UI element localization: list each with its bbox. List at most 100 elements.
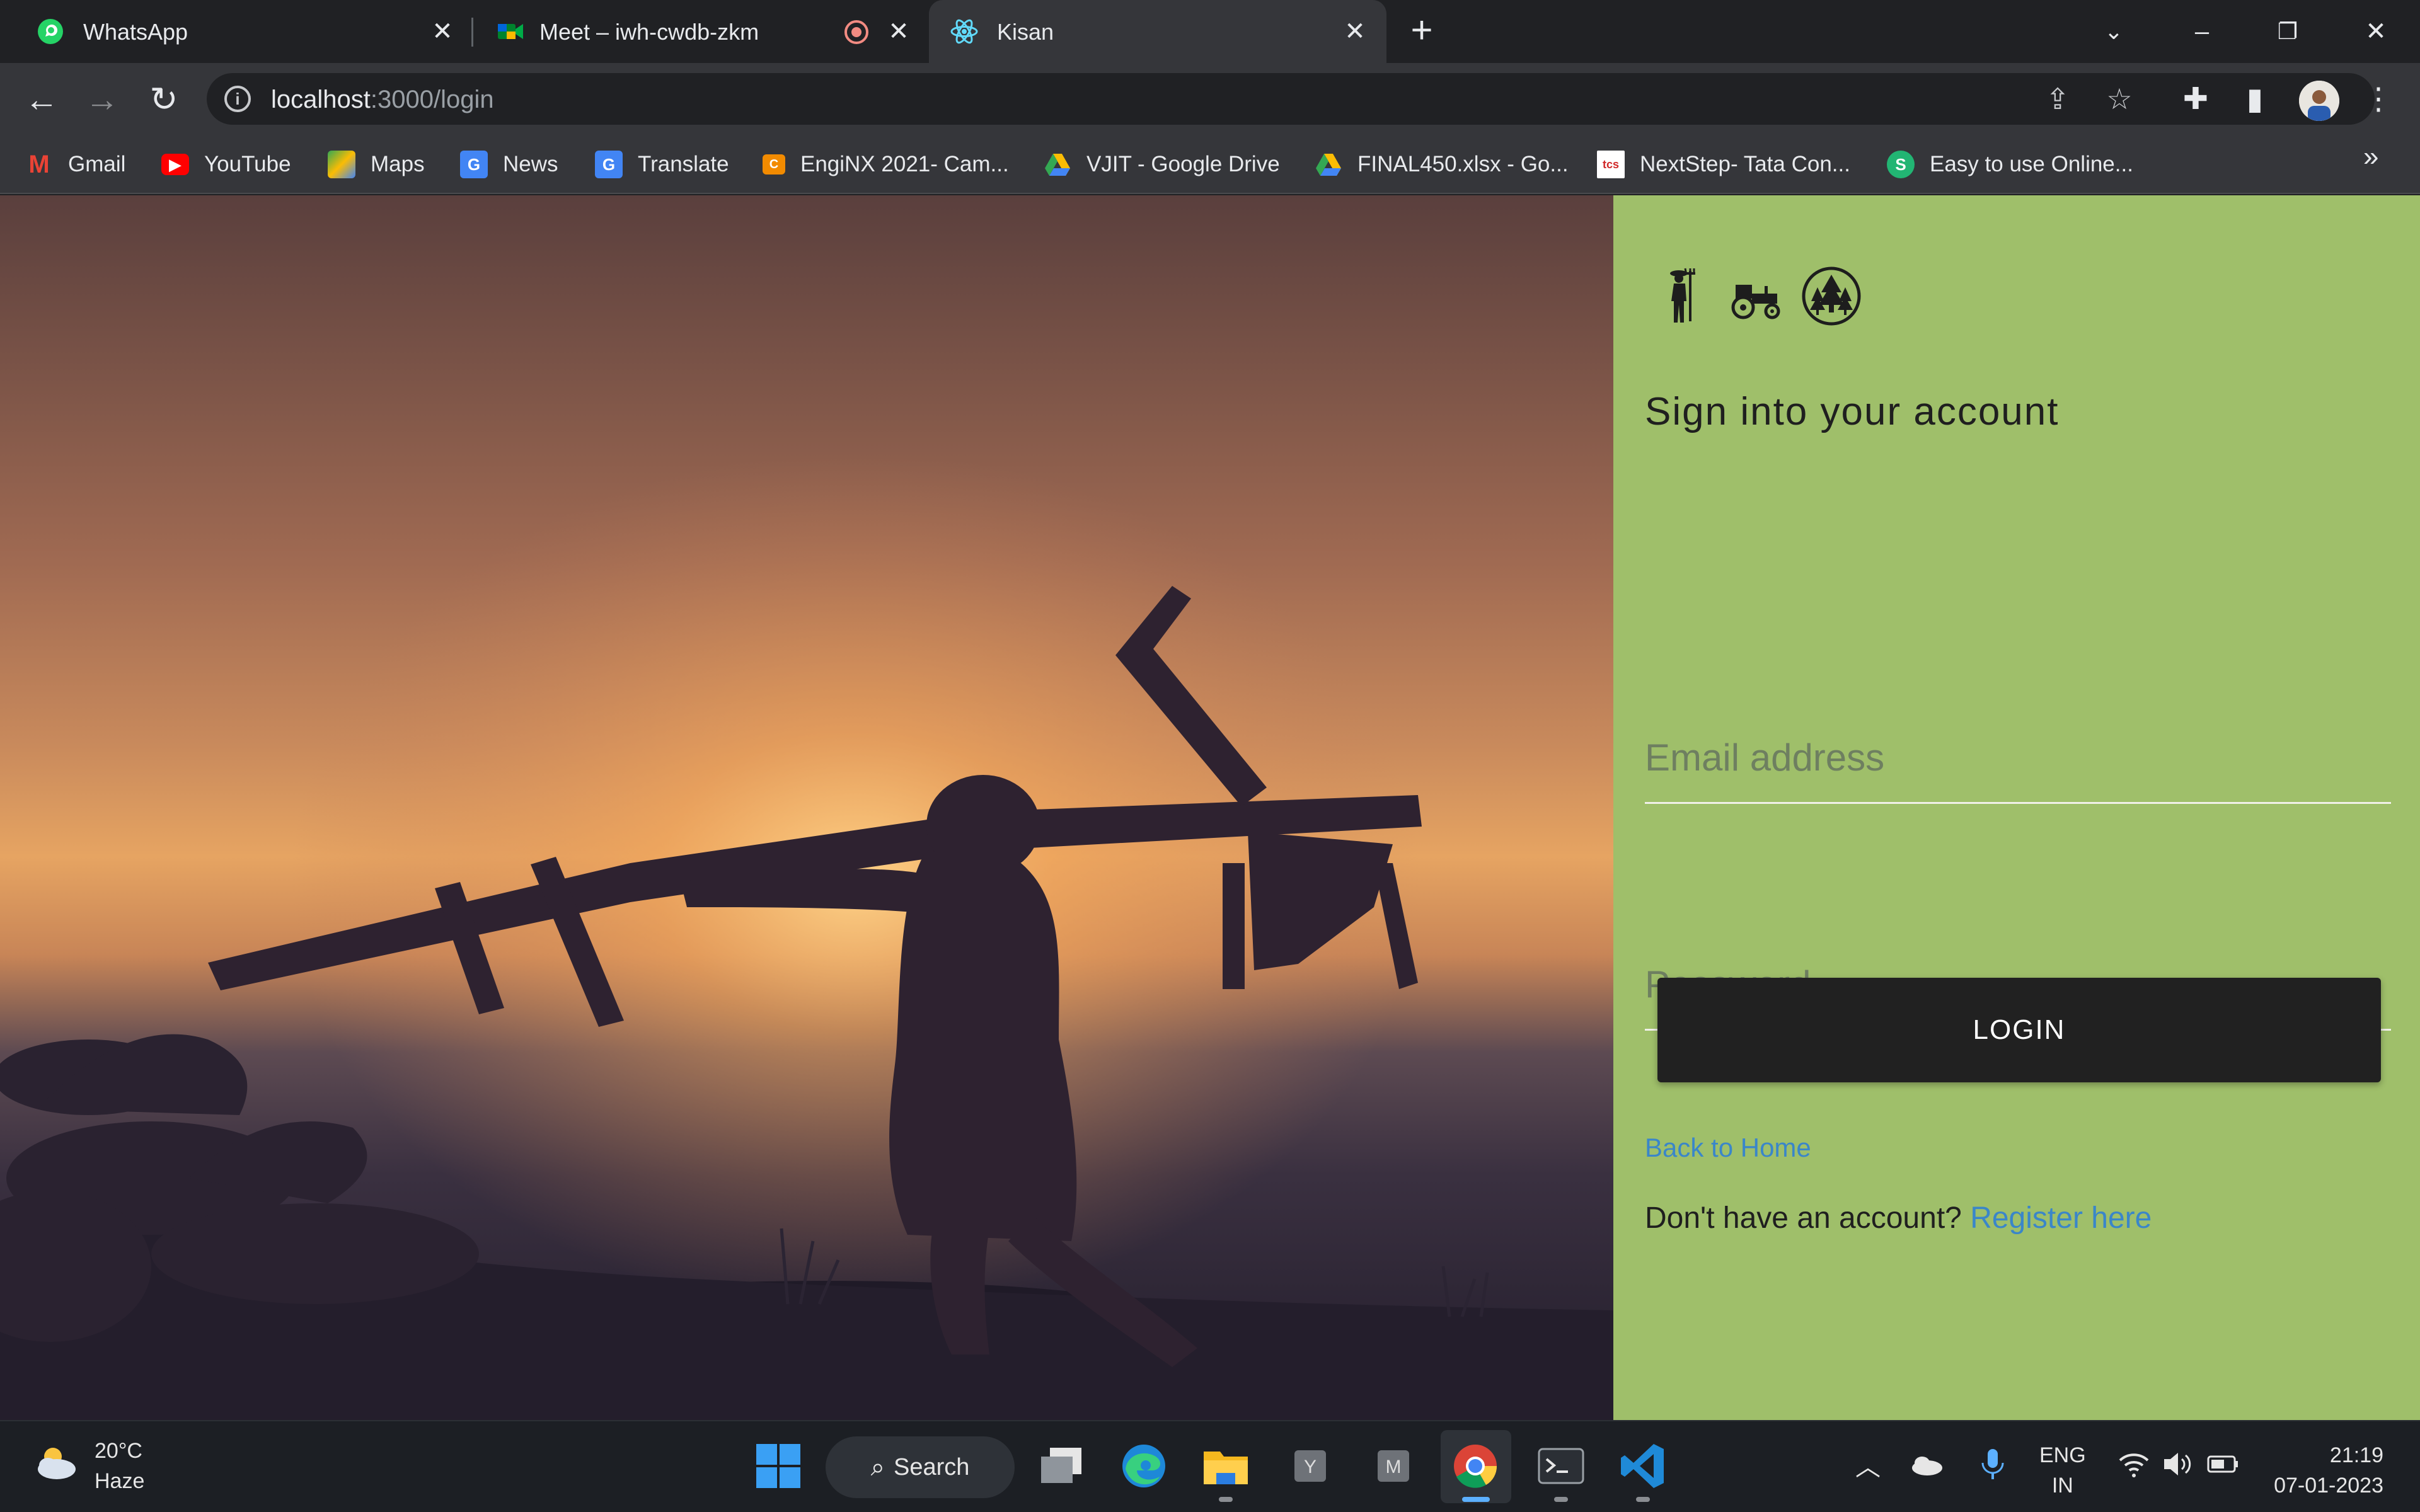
bookmark-final450[interactable]: FINAL450.xlsx - Go... [1315,149,1569,180]
login-button[interactable]: LOGIN [1657,978,2381,1082]
email-field [1645,716,2391,804]
file-explorer-icon[interactable] [1200,1440,1252,1492]
tab-search-icon[interactable]: ⌄ [2094,11,2134,52]
email-input[interactable] [1645,736,2391,779]
running-indicator [1219,1497,1233,1502]
login-panel: Sign into your account LOGIN Back to Hom… [1613,195,2420,1420]
tab-title: Kisan [997,19,1054,45]
tractor-icon [1731,285,1780,319]
browser-toolbar: ← → ↻ i localhost:3000/login ⇪ ☆ ✚ ▮ ⋮ [0,63,2420,135]
no-account-text: Don't have an account? [1645,1201,1971,1235]
running-indicator [1554,1497,1568,1502]
new-tab-button[interactable]: + [1405,11,1438,49]
microphone-icon[interactable] [1974,1445,2012,1483]
login-page: Sign into your account LOGIN Back to Hom… [0,195,2420,1420]
enginx-icon: C [763,154,785,175]
whatsapp-icon [38,19,63,44]
site-info-icon[interactable]: i [224,86,251,112]
system-clock[interactable]: 21:19 07-01-2023 [2257,1440,2383,1501]
tab-title: WhatsApp [83,19,188,45]
svg-text:Y: Y [1304,1457,1317,1477]
tab-title: Meet – iwh-cwdb-zkm [539,19,759,45]
y-app-icon[interactable]: Y [1284,1440,1336,1492]
bookmark-youtube[interactable]: ▶ YouTube [161,149,291,180]
bookmark-easy-online[interactable]: S Easy to use Online... [1887,149,2133,180]
register-prompt: Don't have an account? Register here [1645,1201,2152,1235]
extensions-icon[interactable]: ✚ [2177,81,2215,118]
minimize-icon[interactable]: – [2182,11,2222,52]
google-meet-icon [498,24,523,39]
wifi-icon[interactable] [2115,1445,2153,1483]
task-view-icon[interactable] [1036,1440,1088,1492]
bookmarks-overflow-icon[interactable]: » [2363,141,2378,173]
tab-kisan[interactable]: Kisan ✕ [929,0,1386,63]
google-drive-icon [1045,154,1070,176]
vscode-icon[interactable] [1617,1440,1669,1492]
battery-icon[interactable] [2204,1445,2242,1483]
bookmark-maps[interactable]: Maps [328,149,425,180]
weather-temperature[interactable]: 20°C [95,1439,142,1463]
tcs-icon: tcs [1597,151,1625,178]
bookmark-star-icon[interactable]: ☆ [2104,83,2135,115]
reload-icon[interactable]: ↻ [145,81,183,118]
profile-avatar[interactable] [2299,81,2339,121]
svg-text:M: M [1386,1457,1402,1477]
close-window-icon[interactable]: ✕ [2356,11,2396,52]
bookmark-news[interactable]: G News [460,149,558,180]
bookmarks-bar: M Gmail ▶ YouTube Maps G News G Translat… [0,135,2420,194]
clock-time: 21:19 [2329,1443,2383,1467]
logo-row [1650,266,1862,326]
close-tab-icon[interactable]: ✕ [430,19,455,44]
translate-icon: G [595,151,623,178]
onedrive-icon[interactable] [1907,1445,1945,1483]
maps-icon [328,151,355,178]
google-drive-icon [1316,154,1341,176]
close-tab-icon[interactable]: ✕ [886,19,911,44]
gmail-icon: M [28,150,50,178]
terminal-icon[interactable] [1535,1440,1587,1492]
share-icon[interactable]: ⇪ [2042,83,2073,115]
url-text[interactable]: localhost:3000/login [271,86,494,114]
weather-description[interactable]: Haze [95,1469,144,1494]
close-tab-icon[interactable]: ✕ [1342,19,1368,44]
page-title: Sign into your account [1645,390,2060,433]
start-icon[interactable] [752,1440,804,1492]
bookmark-translate[interactable]: G Translate [595,149,729,180]
weather-haze-icon[interactable] [32,1438,82,1488]
edge-icon[interactable] [1118,1440,1170,1492]
menu-icon[interactable]: ⋮ [2360,81,2397,118]
tab-whatsapp[interactable]: WhatsApp ✕ [0,0,469,63]
taskbar-search[interactable]: ⌕ Search [826,1436,1015,1498]
volume-icon[interactable] [2159,1445,2197,1483]
address-bar[interactable]: i localhost:3000/login ⇪ ☆ [207,73,2375,125]
running-indicator [1636,1497,1650,1502]
language-indicator[interactable]: ENG IN [2039,1440,2086,1501]
bookmark-enginx[interactable]: C EngiNX 2021- Cam... [763,149,1009,180]
chrome-icon[interactable] [1449,1440,1501,1492]
side-panel-icon[interactable]: ▮ [2236,81,2274,118]
tab-meet[interactable]: Meet – iwh-cwdb-zkm ✕ [474,0,928,63]
tab-separator [471,18,473,47]
bookmark-nextstep[interactable]: tcs NextStep- Tata Con... [1597,149,1850,180]
forest-icon [1802,266,1861,326]
youtube-icon: ▶ [161,154,189,175]
news-icon: G [460,151,488,178]
back-icon[interactable]: ← [23,81,60,118]
bookmark-vjit-drive[interactable]: VJIT - Google Drive [1044,149,1280,180]
m-app-icon[interactable]: M [1368,1440,1419,1492]
taskbar: 20°C Haze ⌕ Search Y M ︿ ENG IN 21:19 07… [0,1420,2420,1512]
active-indicator [1462,1497,1490,1502]
forward-icon[interactable]: → [83,81,121,118]
search-icon: ⌕ [870,1453,885,1481]
register-link[interactable]: Register here [1970,1201,2152,1235]
s-icon: S [1887,151,1915,178]
restore-icon[interactable]: ❐ [2267,11,2308,52]
react-icon [950,19,978,44]
farmer-icon [1670,268,1695,323]
clock-date: 07-01-2023 [2274,1474,2383,1498]
recording-icon [844,20,868,44]
farmer-hero-image [0,195,1613,1420]
back-to-home-link[interactable]: Back to Home [1645,1133,1811,1163]
show-hidden-icons-icon[interactable]: ︿ [1855,1446,1881,1483]
bookmark-gmail[interactable]: M Gmail [25,149,125,180]
